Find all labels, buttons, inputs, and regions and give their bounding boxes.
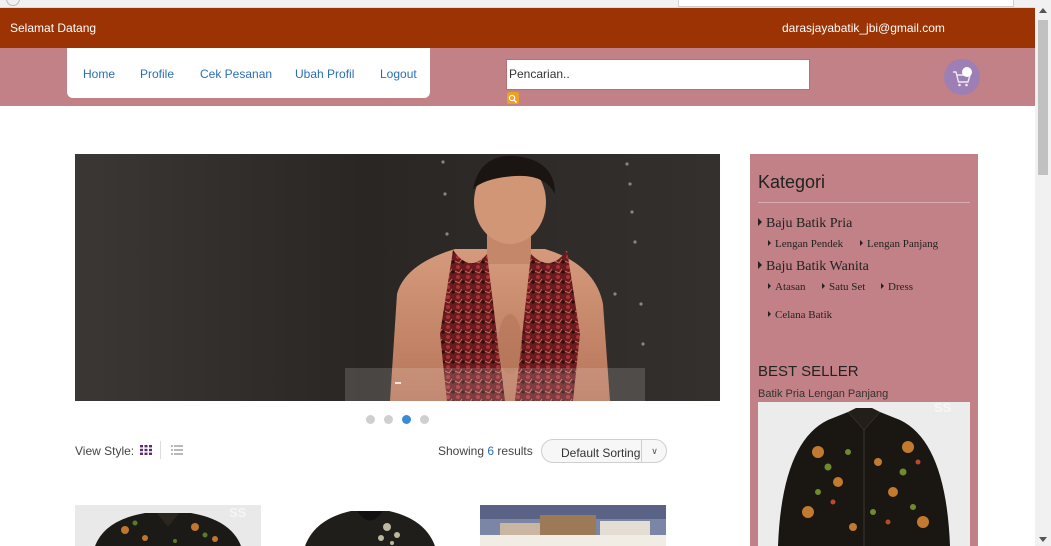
list-view-icon[interactable] — [171, 445, 183, 455]
category-label: Baju Batik Pria — [766, 216, 853, 231]
scroll-thumb[interactable] — [1038, 20, 1048, 175]
caret-right-icon — [768, 311, 771, 317]
watermark-1: SS — [229, 505, 247, 520]
slider-dot-2[interactable] — [384, 415, 393, 424]
caret-right-icon — [758, 218, 762, 226]
main-nav: Home Profile Cek Pesanan Ubah Profil Log… — [67, 48, 430, 98]
subcategory-atasan[interactable]: Atasan — [768, 281, 806, 293]
sidebar: Kategori Baju Batik Pria Lengan Pendek L… — [750, 154, 978, 546]
browser-reload-icon[interactable] — [6, 0, 20, 6]
subcategory-label: Dress — [888, 281, 914, 293]
caret-right-icon — [881, 283, 884, 289]
product-card-2[interactable] — [277, 505, 463, 546]
sorting-select[interactable]: Default Sorting ∨ — [541, 439, 667, 463]
results-count: Showing 6 results — [438, 444, 533, 458]
search-icon — [508, 94, 517, 103]
showing-suffix: results — [497, 444, 533, 458]
subcategory-satu-set[interactable]: Satu Set — [822, 281, 865, 293]
kategori-title: Kategori — [758, 172, 826, 192]
caret-right-icon — [758, 261, 762, 269]
caret-right-icon — [822, 283, 825, 289]
slider-dot-1[interactable] — [366, 415, 375, 424]
subcategory-label: Lengan Pendek — [775, 238, 844, 250]
browser-chrome-strip — [0, 0, 1035, 8]
best-seller-item-name[interactable]: Batik Pria Lengan Panjang — [758, 388, 888, 400]
watermark-best: SS — [934, 402, 952, 415]
nav-band: Home Profile Cek Pesanan Ubah Profil Log… — [0, 48, 1035, 106]
subcategory-lengan-panjang[interactable]: Lengan Panjang — [860, 238, 938, 250]
kategori-divider — [758, 202, 970, 203]
nav-logout[interactable]: Logout — [380, 67, 417, 81]
cart-button[interactable] — [944, 59, 980, 95]
subcategory-celana-batik[interactable]: Celana Batik — [768, 309, 832, 321]
subcategory-label: Atasan — [775, 281, 806, 293]
slider-dot-3[interactable] — [402, 415, 411, 424]
search-button[interactable] — [507, 92, 519, 104]
caret-right-icon — [768, 240, 771, 246]
product-image-2 — [277, 505, 463, 546]
browser-field[interactable] — [678, 0, 1014, 7]
search-input[interactable]: Pencarian.. — [506, 59, 810, 90]
nav-ubah-profil[interactable]: Ubah Profil — [295, 67, 354, 81]
view-separator — [160, 441, 161, 459]
scroll-up-icon[interactable] — [1039, 8, 1047, 13]
showing-number: 6 — [487, 444, 495, 458]
caret-right-icon — [768, 283, 771, 289]
page: Selamat Datang darasjayabatik_jbi@gmail.… — [0, 0, 1051, 546]
subcategory-lengan-pendek[interactable]: Lengan Pendek — [768, 238, 843, 250]
view-style-label: View Style: — [75, 444, 135, 458]
scroll-down-icon[interactable] — [1039, 537, 1047, 542]
product-card-3[interactable] — [480, 505, 666, 546]
slider-dot-4[interactable] — [420, 415, 429, 424]
category-baju-batik-wanita[interactable]: Baju Batik Wanita — [758, 259, 869, 275]
best-seller-title: BEST SELLER — [758, 363, 859, 380]
nav-profile[interactable]: Profile — [140, 67, 174, 81]
caret-right-icon — [860, 240, 863, 246]
subcategory-label: Lengan Panjang — [867, 238, 939, 250]
hero-slider[interactable] — [75, 154, 720, 401]
nav-home[interactable]: Home — [83, 67, 115, 81]
showing-prefix: Showing — [438, 444, 485, 458]
user-email: darasjayabatik_jbi@gmail.com — [782, 21, 945, 35]
category-label: Baju Batik Wanita — [766, 259, 869, 274]
grid-view-icon[interactable] — [140, 445, 152, 455]
sorting-value: Default Sorting — [561, 446, 641, 460]
product-card-1[interactable]: SS — [75, 505, 261, 546]
page-scrollbar[interactable] — [1035, 0, 1051, 546]
subcategory-dress[interactable]: Dress — [881, 281, 913, 293]
subcategory-label: Satu Set — [829, 281, 866, 293]
nav-cek-pesanan[interactable]: Cek Pesanan — [200, 67, 272, 81]
cart-icon — [953, 67, 972, 87]
product-image-3 — [480, 505, 666, 546]
category-baju-batik-pria[interactable]: Baju Batik Pria — [758, 216, 852, 232]
welcome-text: Selamat Datang — [10, 21, 97, 35]
best-seller-photo — [758, 402, 970, 546]
chevron-down-icon[interactable]: ∨ — [641, 440, 667, 462]
welcome-bar: Selamat Datang darasjayabatik_jbi@gmail.… — [0, 8, 1035, 48]
hero-image — [75, 154, 720, 401]
best-seller-image[interactable]: SS — [758, 402, 970, 546]
subcategory-label: Celana Batik — [775, 309, 833, 321]
